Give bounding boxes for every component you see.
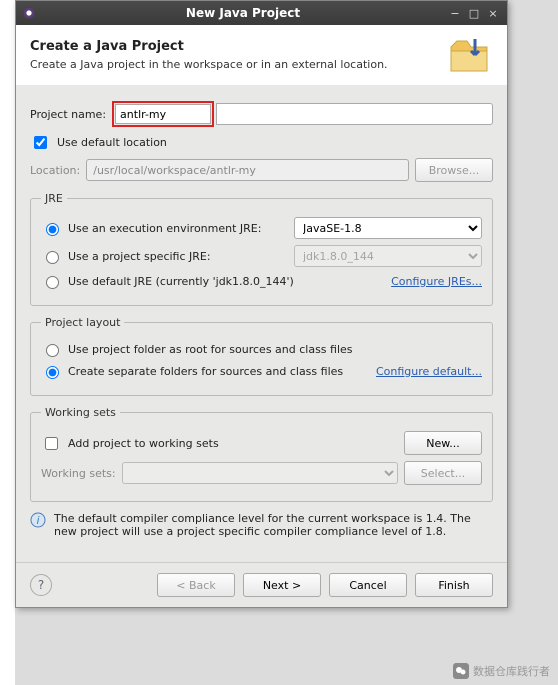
location-label: Location:: [30, 164, 80, 177]
back-button: < Back: [157, 573, 235, 597]
jre-env-combo[interactable]: JavaSE-1.8: [294, 217, 482, 239]
use-default-location-checkbox[interactable]: [34, 136, 47, 149]
minimize-button[interactable]: −: [447, 5, 463, 21]
wizard-header: Create a Java Project Create a Java proj…: [16, 25, 507, 85]
project-name-input[interactable]: [115, 104, 211, 124]
location-input: [86, 159, 409, 181]
working-sets-label: Working sets:: [41, 467, 116, 480]
browse-button: Browse...: [415, 158, 493, 182]
configure-jres-link[interactable]: Configure JREs...: [391, 275, 482, 288]
layout-group: Project layout Use project folder as roo…: [30, 316, 493, 396]
layout-sep-radio[interactable]: [46, 366, 59, 379]
watermark: 数据仓库践行者: [453, 663, 550, 679]
layout-sep-label: Create separate folders for sources and …: [68, 365, 370, 378]
info-icon: i: [30, 512, 46, 528]
add-working-sets-checkbox[interactable]: [45, 437, 58, 450]
button-bar: ? < Back Next > Cancel Finish: [16, 562, 507, 607]
jre-specific-combo: jdk1.8.0_144: [294, 245, 482, 267]
use-default-location-label: Use default location: [57, 136, 167, 149]
svg-text:i: i: [36, 514, 39, 527]
jre-env-label: Use an execution environment JRE:: [68, 222, 288, 235]
new-working-set-button[interactable]: New...: [404, 431, 482, 455]
select-working-set-button: Select...: [404, 461, 482, 485]
wechat-icon: [453, 663, 469, 679]
cancel-button[interactable]: Cancel: [329, 573, 407, 597]
page-subtitle: Create a Java project in the workspace o…: [30, 58, 388, 71]
add-working-sets-label: Add project to working sets: [68, 437, 398, 450]
help-button[interactable]: ?: [30, 574, 52, 596]
window-title: New Java Project: [42, 6, 444, 20]
titlebar[interactable]: New Java Project − □ ×: [16, 1, 507, 25]
next-button[interactable]: Next >: [243, 573, 321, 597]
app-icon: [22, 6, 36, 20]
folder-java-icon: [449, 35, 493, 75]
configure-default-link[interactable]: Configure default...: [376, 365, 482, 378]
working-sets-legend: Working sets: [41, 406, 120, 419]
watermark-text: 数据仓库践行者: [473, 663, 550, 679]
page-title: Create a Java Project: [30, 39, 388, 54]
highlight-box: [112, 101, 214, 127]
layout-root-label: Use project folder as root for sources a…: [68, 343, 482, 356]
maximize-button[interactable]: □: [466, 5, 482, 21]
layout-legend: Project layout: [41, 316, 124, 329]
jre-env-radio[interactable]: [46, 223, 59, 236]
jre-legend: JRE: [41, 192, 67, 205]
jre-specific-label: Use a project specific JRE:: [68, 250, 288, 263]
working-sets-combo: [122, 462, 398, 484]
info-text: The default compiler compliance level fo…: [54, 512, 493, 538]
jre-default-radio[interactable]: [46, 276, 59, 289]
working-sets-group: Working sets Add project to working sets…: [30, 406, 493, 502]
project-name-input-ext[interactable]: [216, 103, 493, 125]
jre-group: JRE Use an execution environment JRE: Ja…: [30, 192, 493, 306]
close-button[interactable]: ×: [485, 5, 501, 21]
finish-button[interactable]: Finish: [415, 573, 493, 597]
dialog-window: New Java Project − □ × Create a Java Pro…: [15, 0, 508, 608]
jre-default-label: Use default JRE (currently 'jdk1.8.0_144…: [68, 275, 385, 288]
layout-root-radio[interactable]: [46, 344, 59, 357]
project-name-label: Project name:: [30, 108, 106, 121]
jre-specific-radio[interactable]: [46, 251, 59, 264]
